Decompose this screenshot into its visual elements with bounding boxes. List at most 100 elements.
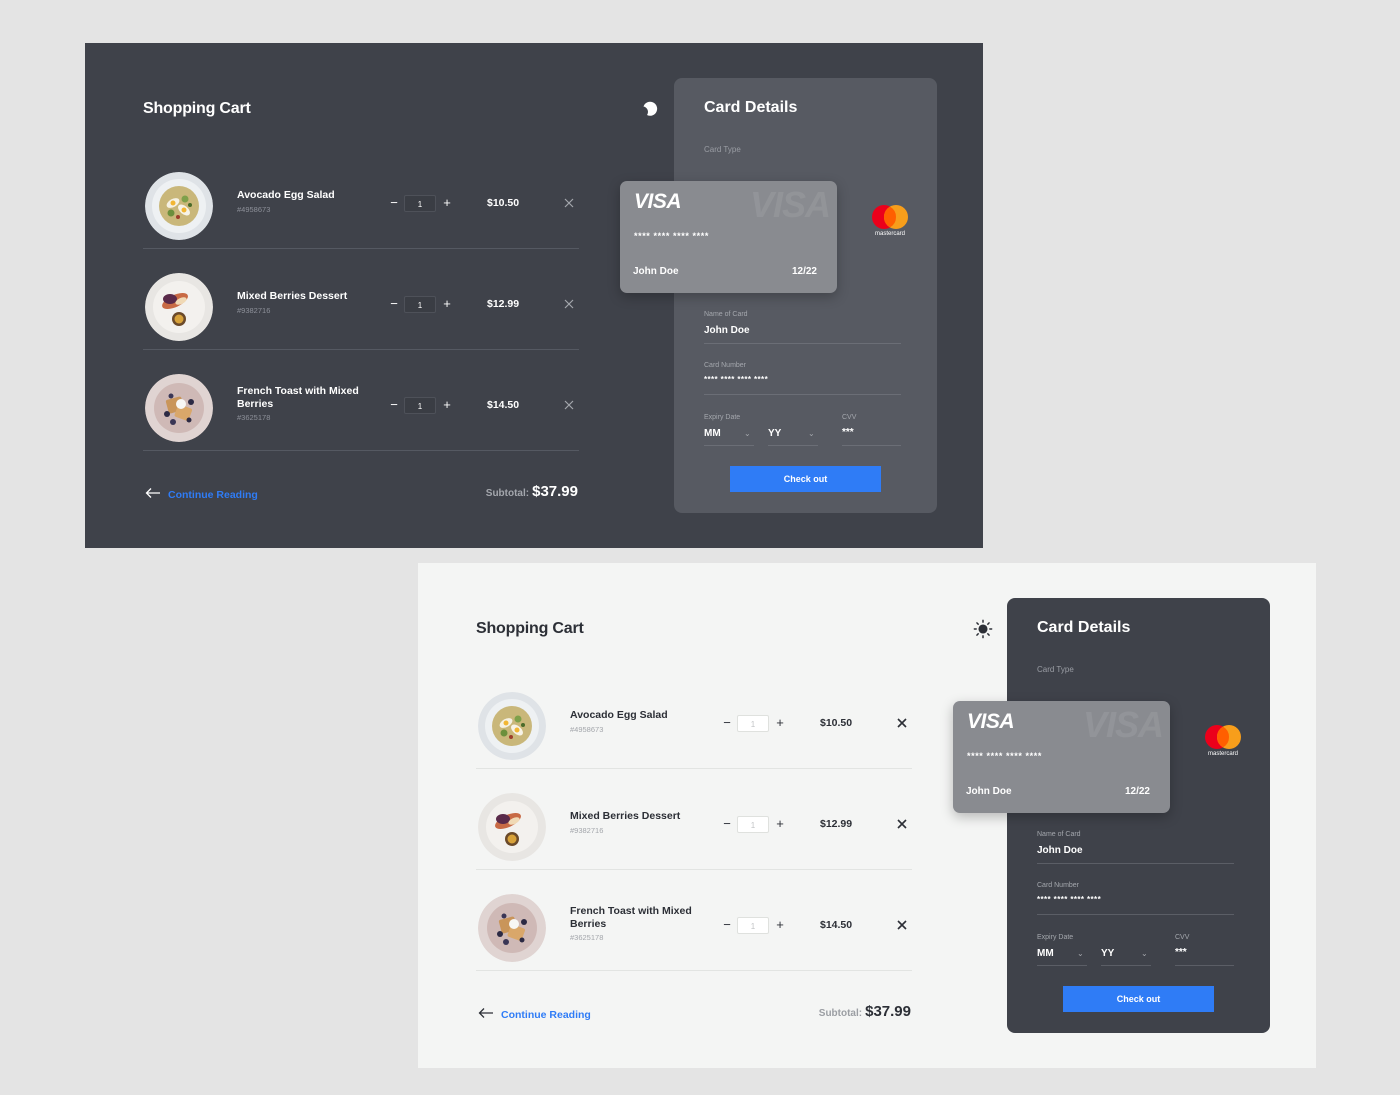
visa-watermark: VISA	[1083, 704, 1164, 745]
expiry-month-select[interactable]: MM	[1037, 948, 1054, 959]
card-details-panel: Card Details Card Type Name of Card John…	[674, 78, 937, 513]
item-price: $14.50	[487, 399, 520, 411]
card-type-label: Card Type	[704, 145, 741, 154]
decrease-quantity-button[interactable]: −	[388, 297, 400, 311]
close-icon[interactable]	[562, 196, 576, 210]
quantity-input[interactable]: 1	[737, 715, 769, 732]
mastercard-label: mastercard	[1207, 751, 1238, 757]
decrease-quantity-button[interactable]: −	[721, 918, 733, 932]
card-details-title: Card Details	[704, 99, 798, 116]
quantity-input[interactable]: 1	[404, 397, 436, 414]
card-expiry-display: 12/22	[791, 266, 817, 277]
expiry-date-label: Expiry Date	[704, 414, 741, 421]
increase-quantity-button[interactable]: +	[441, 398, 453, 412]
divider	[704, 445, 754, 446]
mastercard-label: mastercard	[874, 231, 905, 237]
cvv-label: CVV	[1175, 934, 1190, 941]
avocado-egg-salad-image	[478, 692, 546, 760]
mixed-berries-dessert-image	[478, 793, 546, 861]
cardholder-name-display: John Doe	[966, 786, 1012, 797]
divider	[1101, 965, 1151, 966]
divider	[1037, 863, 1234, 864]
visa-card[interactable]: VISA VISA **** **** **** **** John Doe 1…	[953, 701, 1170, 813]
mastercard-icon	[872, 205, 908, 229]
mastercard-option[interactable]: mastercard	[1201, 724, 1245, 760]
french-toast-image	[478, 894, 546, 962]
subtotal: Subtotal: $37.99	[486, 483, 578, 500]
continue-reading-link[interactable]: Continue Reading	[145, 486, 258, 504]
quantity-input[interactable]: 1	[737, 816, 769, 833]
expiry-date-label: Expiry Date	[1037, 934, 1074, 941]
name-of-card-field[interactable]: John Doe	[1037, 845, 1083, 856]
sun-icon[interactable]	[973, 619, 993, 639]
french-toast-image	[145, 374, 213, 442]
decrease-quantity-button[interactable]: −	[388, 398, 400, 412]
decrease-quantity-button[interactable]: −	[388, 196, 400, 210]
cart-title: Shopping Cart	[476, 620, 584, 637]
visa-watermark: VISA	[750, 184, 831, 225]
continue-reading-label: Continue Reading	[501, 1009, 591, 1021]
close-icon[interactable]	[562, 297, 576, 311]
card-details-panel: Card Details Card Type Name of Card John…	[1007, 598, 1270, 1033]
item-price: $12.99	[487, 298, 520, 310]
card-number-field[interactable]: **** **** **** ****	[1037, 895, 1101, 904]
item-sku: #9382716	[570, 826, 604, 835]
continue-reading-label: Continue Reading	[168, 489, 258, 501]
decrease-quantity-button[interactable]: −	[721, 716, 733, 730]
mastercard-option[interactable]: mastercard	[868, 204, 912, 240]
close-icon[interactable]	[895, 716, 909, 730]
divider	[704, 343, 901, 344]
increase-quantity-button[interactable]: +	[774, 918, 786, 932]
card-expiry-display: 12/22	[1124, 786, 1150, 797]
expiry-year-select[interactable]: YY	[1101, 948, 1114, 959]
visa-logo: VISA	[634, 190, 682, 213]
cart-item-row: Mixed Berries Dessert #9382716 − 1 + $12…	[143, 249, 579, 350]
quantity-input[interactable]: 1	[404, 195, 436, 212]
cart-item-row: Avocado Egg Salad #4958673 − 1 + $10.50	[143, 148, 579, 249]
item-name: Mixed Berries Dessert	[237, 290, 348, 302]
close-icon[interactable]	[562, 398, 576, 412]
item-sku: #9382716	[237, 306, 271, 315]
mastercard-icon	[1205, 725, 1241, 749]
cvv-field[interactable]: ***	[1175, 947, 1187, 958]
checkout-button[interactable]: Check out	[730, 466, 881, 492]
increase-quantity-button[interactable]: +	[774, 716, 786, 730]
avocado-egg-salad-image	[145, 172, 213, 240]
visa-card[interactable]: VISA VISA **** **** **** **** John Doe 1…	[620, 181, 837, 293]
chevron-down-icon: ⌄	[1077, 949, 1084, 958]
divider	[1037, 965, 1087, 966]
increase-quantity-button[interactable]: +	[441, 297, 453, 311]
cart-item-row: Avocado Egg Salad #4958673 − 1 + $10.50	[476, 668, 912, 769]
cvv-field[interactable]: ***	[842, 427, 854, 438]
expiry-year-select[interactable]: YY	[768, 428, 781, 439]
close-icon[interactable]	[895, 918, 909, 932]
chevron-down-icon: ⌄	[1141, 949, 1148, 958]
expiry-month-select[interactable]: MM	[704, 428, 721, 439]
cvv-label: CVV	[842, 414, 857, 421]
card-type-label: Card Type	[1037, 665, 1074, 674]
close-icon[interactable]	[895, 817, 909, 831]
quantity-input[interactable]: 1	[737, 917, 769, 934]
decrease-quantity-button[interactable]: −	[721, 817, 733, 831]
quantity-input[interactable]: 1	[404, 296, 436, 313]
item-sku: #4958673	[237, 205, 271, 214]
divider	[1175, 965, 1234, 966]
mixed-berries-dessert-image	[145, 273, 213, 341]
increase-quantity-button[interactable]: +	[441, 196, 453, 210]
name-of-card-label: Name of Card	[1037, 831, 1081, 838]
chevron-down-icon: ⌄	[744, 429, 751, 438]
item-name: Avocado Egg Salad	[570, 709, 668, 721]
continue-reading-link[interactable]: Continue Reading	[478, 1006, 591, 1024]
card-number-field[interactable]: **** **** **** ****	[704, 375, 768, 384]
subtotal-value: $37.99	[865, 1003, 911, 1020]
checkout-button[interactable]: Check out	[1063, 986, 1214, 1012]
name-of-card-label: Name of Card	[704, 311, 748, 318]
cart-item-row: Mixed Berries Dessert #9382716 − 1 + $12…	[476, 769, 912, 870]
moon-icon[interactable]	[640, 99, 660, 119]
name-of-card-field[interactable]: John Doe	[704, 325, 750, 336]
item-price: $14.50	[820, 919, 853, 931]
increase-quantity-button[interactable]: +	[774, 817, 786, 831]
item-sku: #3625178	[570, 933, 604, 942]
subtotal-label: Subtotal:	[818, 1008, 863, 1019]
item-price: $12.99	[820, 818, 853, 830]
